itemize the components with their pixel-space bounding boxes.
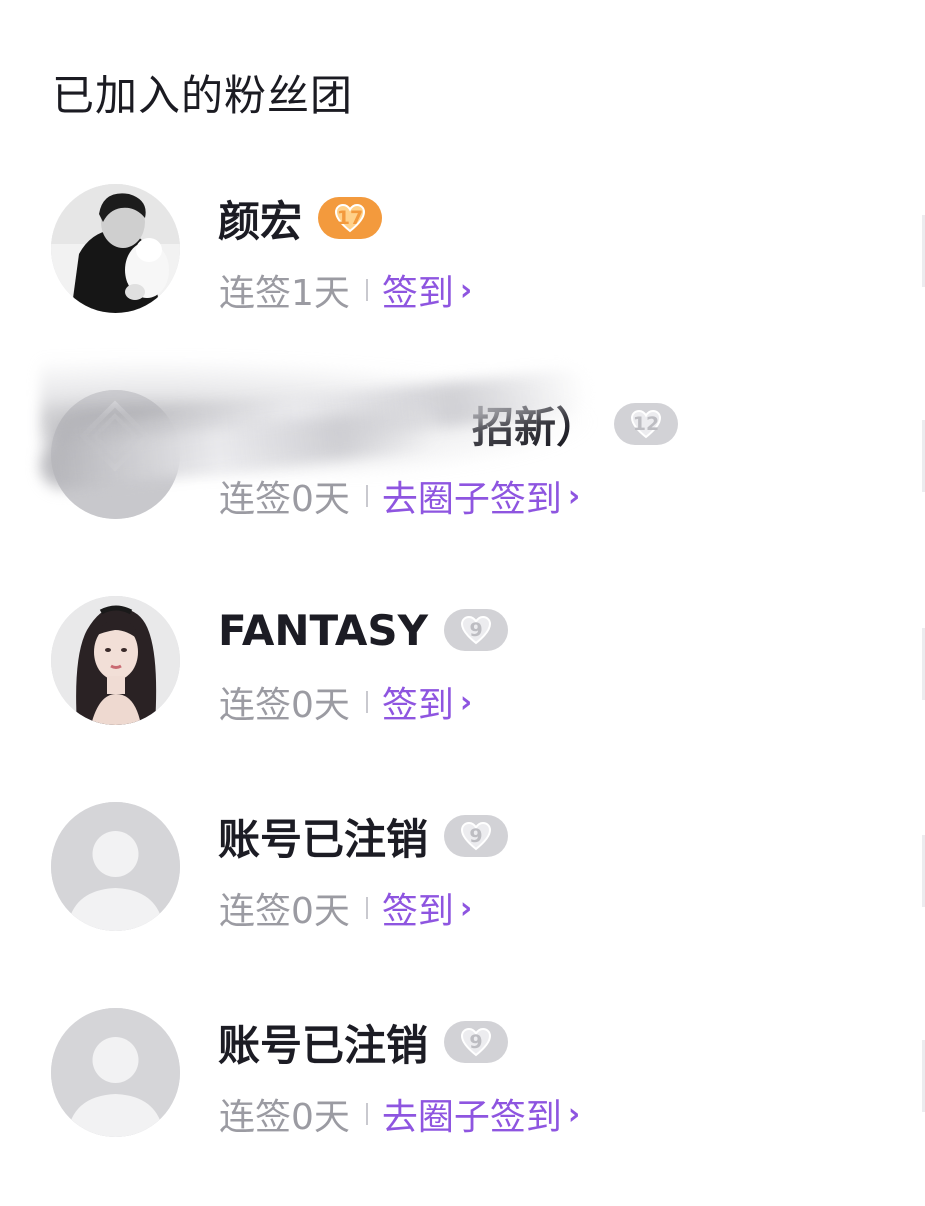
level-badge: 17	[318, 197, 383, 239]
fan-club-name-line: 账号已注销 9	[218, 1014, 509, 1070]
chevron-right-icon: ›	[459, 272, 473, 308]
fan-club-name: FANTASY	[218, 605, 429, 655]
level-badge: 9	[444, 815, 509, 857]
fan-club-row[interactable]: 账号已注销 9 连签0天 去圈子签到 ›	[0, 1004, 925, 1144]
checkin-label: 去圈子签到	[381, 479, 562, 520]
avatar-photo-man-icon	[51, 184, 180, 313]
divider	[365, 279, 368, 301]
level-number: 9	[469, 1031, 483, 1053]
streak-text: 连签0天	[219, 891, 350, 932]
streak-text: 连签0天	[219, 685, 350, 726]
chevron-right-icon: ›	[567, 478, 581, 514]
checkin-line: 连签0天 签到 ›	[219, 680, 472, 727]
level-number: 9	[469, 619, 483, 641]
checkin-line: 连签1天 签到 ›	[219, 268, 472, 315]
level-number: 12	[632, 413, 660, 435]
default-user-icon	[51, 802, 180, 931]
checkin-label: 签到	[381, 685, 454, 726]
divider	[365, 485, 368, 507]
checkin-button[interactable]: 去圈子签到 ›	[382, 470, 580, 522]
checkin-label: 去圈子签到	[381, 1097, 562, 1138]
checkin-line: 连签0天 去圈子签到 ›	[219, 1092, 580, 1139]
fan-club-row[interactable]: 颜宏 17 连签1天 签到 ›	[0, 180, 925, 320]
level-badge: 9	[444, 1021, 509, 1063]
avatar-photo-woman-icon	[51, 596, 180, 725]
fan-club-name: 招新）	[472, 402, 599, 452]
checkin-label: 签到	[381, 273, 454, 314]
chevron-right-icon: ›	[459, 684, 473, 720]
checkin-button[interactable]: 签到 ›	[382, 882, 472, 934]
fan-club-row[interactable]: FANTASY 9 连签0天 签到 ›	[0, 592, 925, 732]
fan-club-name-line: 账号已注销 9	[218, 808, 509, 864]
avatar[interactable]	[51, 1008, 180, 1137]
fan-club-row[interactable]: 账号已注销 9 连签0天 签到 ›	[0, 798, 925, 938]
fan-club-name-line: 颜宏 17	[218, 190, 383, 246]
fan-club-name: 账号已注销	[218, 814, 429, 864]
checkin-button[interactable]: 签到 ›	[382, 676, 472, 728]
checkin-line: 连签0天 签到 ›	[219, 886, 472, 933]
avatar[interactable]	[51, 184, 180, 313]
chevron-right-icon: ›	[567, 1096, 581, 1132]
level-number: 9	[469, 825, 483, 847]
streak-text: 连签0天	[219, 1097, 350, 1138]
divider	[365, 1103, 368, 1125]
streak-text: 连签1天	[219, 273, 350, 314]
fan-club-row[interactable]: 招新） 12 连签0天 去圈子签到 ›	[0, 356, 925, 526]
fan-club-name-line: FANTASY 9	[218, 602, 509, 658]
level-badge: 12	[614, 403, 679, 445]
avatar-logo-icon	[51, 390, 180, 519]
fan-club-name: 账号已注销	[218, 1020, 429, 1070]
chevron-right-icon: ›	[459, 890, 473, 926]
streak-text: 连签0天	[219, 479, 350, 520]
divider	[365, 897, 368, 919]
fan-club-name: 颜宏	[218, 196, 303, 246]
page-title: 已加入的粉丝团	[52, 71, 354, 120]
avatar[interactable]	[51, 802, 180, 931]
checkin-button[interactable]: 去圈子签到 ›	[382, 1088, 580, 1140]
avatar[interactable]	[51, 390, 180, 519]
checkin-line: 连签0天 去圈子签到 ›	[219, 474, 580, 521]
level-badge: 9	[444, 609, 509, 651]
avatar[interactable]	[51, 596, 180, 725]
checkin-label: 签到	[381, 891, 454, 932]
default-user-icon	[51, 1008, 180, 1137]
level-number: 17	[336, 207, 364, 229]
divider	[365, 691, 368, 713]
checkin-button[interactable]: 签到 ›	[382, 264, 472, 316]
fan-club-name-line: 招新） 12	[218, 396, 679, 452]
